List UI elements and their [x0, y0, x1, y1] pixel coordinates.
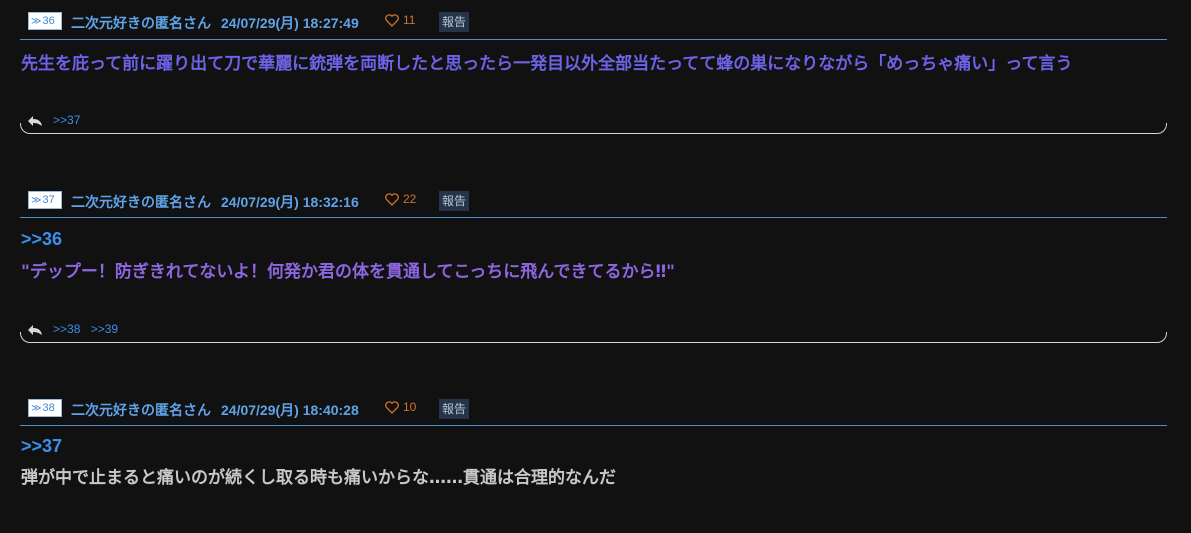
reply-link[interactable]: >>39	[91, 322, 118, 336]
like-button[interactable]: 22	[385, 192, 416, 206]
post-body: 先生を庇って前に躍り出て刀で華麗に銃弾を両断したと思ったら一発目以外全部当たって…	[21, 54, 1073, 74]
anchor-link[interactable]: >>36	[21, 229, 62, 250]
post-timestamp: 24/07/29(月) 18:32:16	[221, 194, 359, 210]
header-divider	[20, 39, 1167, 40]
post-number-badge[interactable]: ≫ 38	[28, 399, 62, 417]
post-body: 弾が中で止まると痛いのが続くし取る時も痛いからな……貫通は合理的なんだ	[21, 468, 616, 488]
author-name: 二次元好きの匿名さん	[71, 16, 211, 32]
double-chevron-icon: ≫	[31, 402, 42, 414]
reply-link[interactable]: >>38	[53, 322, 80, 336]
like-count: 10	[403, 400, 417, 414]
double-chevron-icon: ≫	[31, 194, 42, 206]
post-header: ≫ 37 二次元好きの匿名さん 24/07/29(月) 18:32:16 22 …	[20, 191, 1167, 215]
like-button[interactable]: 11	[385, 13, 415, 27]
anchor-link[interactable]: >>37	[21, 436, 62, 457]
post-header: ≫ 38 二次元好きの匿名さん 24/07/29(月) 18:40:28 10 …	[20, 399, 1167, 423]
reply-arrow-icon	[28, 116, 42, 126]
heart-icon	[385, 400, 399, 414]
post-number: 38	[42, 402, 55, 414]
double-chevron-icon: ≫	[31, 15, 42, 27]
report-button[interactable]: 報告	[439, 399, 470, 419]
like-count: 11	[403, 13, 416, 27]
like-button[interactable]: 10	[385, 400, 416, 414]
post-number: 37	[42, 194, 55, 206]
header-divider	[20, 425, 1167, 426]
post-timestamp: 24/07/29(月) 18:27:49	[221, 15, 359, 31]
like-count: 22	[403, 192, 417, 206]
post-38: ≫ 38 二次元好きの匿名さん 24/07/29(月) 18:40:28 10 …	[20, 399, 1167, 488]
heart-icon	[385, 13, 399, 27]
post-37: ≫ 37 二次元好きの匿名さん 24/07/29(月) 18:32:16 22 …	[19, 191, 1170, 343]
post-36: ≫ 36 二次元好きの匿名さん 24/07/29(月) 18:27:49 11 …	[19, 12, 1170, 134]
heart-icon	[385, 192, 399, 206]
author-name: 二次元好きの匿名さん	[71, 195, 211, 211]
post-number-badge[interactable]: ≫ 36	[28, 12, 62, 30]
reply-links: >>37	[53, 113, 87, 127]
reply-bar: >>37	[19, 111, 1170, 134]
reply-bar: >>38 >>39	[19, 320, 1170, 343]
report-button[interactable]: 報告	[439, 191, 470, 211]
post-body: "デップー！防ぎきれてないよ！何発か君の体を貫通してこっちに飛んできてるから‼"	[21, 262, 675, 282]
author-name: 二次元好きの匿名さん	[71, 403, 211, 419]
reply-link[interactable]: >>37	[53, 113, 80, 127]
header-divider	[20, 217, 1167, 218]
post-header: ≫ 36 二次元好きの匿名さん 24/07/29(月) 18:27:49 11 …	[20, 12, 1167, 36]
report-button[interactable]: 報告	[439, 12, 470, 32]
reply-links: >>38 >>39	[53, 322, 125, 336]
post-number-badge[interactable]: ≫ 37	[28, 191, 62, 209]
post-number: 36	[42, 15, 55, 27]
reply-arrow-icon	[28, 325, 42, 335]
post-timestamp: 24/07/29(月) 18:40:28	[221, 402, 359, 418]
